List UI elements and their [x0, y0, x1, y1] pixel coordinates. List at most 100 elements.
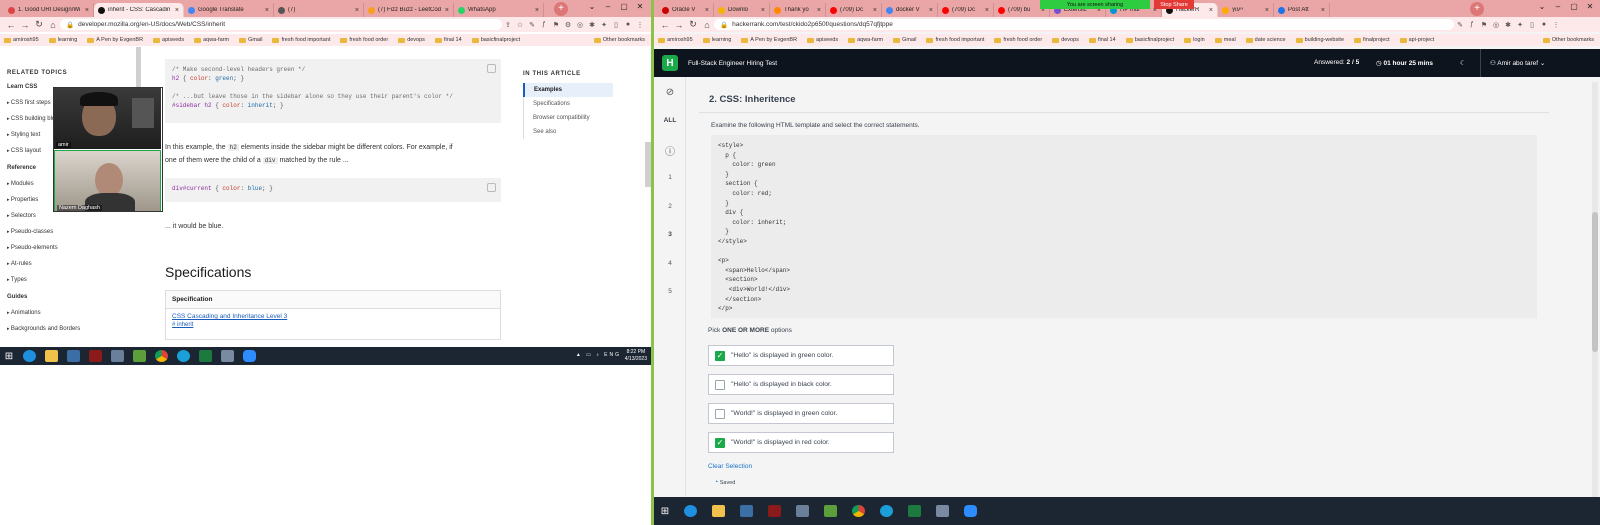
toc-item[interactable]: Browser compatibility — [523, 111, 613, 125]
app-icon[interactable] — [128, 347, 150, 365]
scroll-thumb[interactable] — [1592, 212, 1598, 352]
answer-option[interactable]: "World!" is displayed in green color. — [708, 403, 894, 424]
extension-icon[interactable]: ✎ — [1454, 21, 1466, 29]
extension-icon[interactable]: ✱ — [1502, 21, 1514, 29]
bookmark-item[interactable]: learning — [48, 37, 77, 43]
back-icon[interactable]: ← — [4, 20, 18, 30]
bookmark-item[interactable]: apiseeds — [153, 37, 184, 43]
taskbar-clock[interactable]: 8:22 PM 4/13/2023 — [625, 349, 647, 363]
ie-icon[interactable] — [18, 347, 40, 365]
browser-tab[interactable]: (709) Dc × — [938, 3, 994, 17]
forward-icon[interactable]: → — [18, 20, 32, 30]
edge-icon[interactable] — [872, 502, 900, 520]
bookmark-item[interactable]: amirosh95 — [658, 37, 693, 43]
spec-anchor-link[interactable]: # inherit — [166, 320, 500, 328]
extension-icon[interactable]: ƒ — [538, 21, 550, 28]
bookmark-item[interactable]: Gmail — [893, 37, 916, 43]
app-icon[interactable] — [760, 502, 788, 520]
virtualbox-icon[interactable] — [216, 347, 238, 365]
rail-question-2[interactable]: 2 — [654, 203, 686, 210]
zoom-icon[interactable] — [238, 347, 260, 365]
extension-icon[interactable]: ⚑ — [550, 21, 562, 29]
video-call-window[interactable]: amir Nazem Daghash — [53, 87, 163, 212]
toc-item[interactable]: See also — [523, 125, 613, 139]
profile-icon[interactable]: ● — [622, 21, 634, 28]
bookmark-item[interactable]: final 14 — [1088, 37, 1116, 43]
profile-icon[interactable]: ● — [1538, 21, 1550, 28]
tab-close-icon[interactable]: × — [445, 7, 449, 14]
answer-option[interactable]: ✓ "World!" is displayed in red color. — [708, 432, 894, 453]
app-icon[interactable] — [732, 502, 760, 520]
tab-close-icon[interactable]: × — [817, 7, 821, 14]
tab-close-icon[interactable]: × — [175, 7, 179, 14]
checkbox-checked[interactable]: ✓ — [715, 437, 725, 448]
toc-item[interactable]: Specifications — [523, 97, 613, 111]
bookmark-item[interactable]: apiseeds — [807, 37, 838, 43]
bookmark-item[interactable]: login — [1184, 37, 1205, 43]
bookmark-item[interactable]: A Pen by EvgenBR — [87, 37, 143, 43]
rail-question-3[interactable]: 3 — [654, 231, 686, 238]
app-icon[interactable] — [816, 502, 844, 520]
menu-icon[interactable]: ⋮ — [634, 21, 646, 29]
minimize-icon[interactable]: – — [600, 0, 616, 14]
address-bar[interactable]: 🔒 hackerrank.com/test/ckido2p650f/questi… — [714, 19, 1454, 30]
extension-icon[interactable]: ⚙ — [562, 21, 574, 29]
sidebar-item[interactable]: Animations — [7, 310, 137, 316]
bookmark-item[interactable]: api-project — [1399, 37, 1434, 43]
bookmark-item[interactable]: building-website — [1295, 37, 1344, 43]
bookmark-item[interactable]: meal — [1214, 37, 1236, 43]
excel-icon[interactable] — [194, 347, 216, 365]
browser-tab[interactable]: Post Att × — [1274, 3, 1330, 17]
bookmark-item[interactable]: devops — [1052, 37, 1079, 43]
extension-icon[interactable]: ◎ — [1490, 21, 1502, 29]
virtualbox-icon[interactable] — [928, 502, 956, 520]
checkbox-unchecked[interactable] — [715, 408, 725, 419]
compass-icon[interactable]: ⊘ — [654, 87, 686, 98]
new-tab-button[interactable]: + — [1470, 2, 1484, 16]
rail-all[interactable]: ALL — [654, 117, 686, 124]
rail-question-5[interactable]: 5 — [654, 288, 686, 295]
bookmark-item[interactable]: date science — [1245, 37, 1286, 43]
browser-tab[interactable]: WhatsApp × — [454, 3, 544, 17]
browser-tab[interactable]: 1. Good URI Design/Wi × — [4, 3, 94, 17]
bookmark-item[interactable]: fresh food order — [994, 37, 1042, 43]
checkbox-checked[interactable]: ✓ — [715, 350, 725, 361]
tab-close-icon[interactable]: × — [873, 7, 877, 14]
tab-close-icon[interactable]: × — [761, 7, 765, 14]
excel-icon[interactable] — [900, 502, 928, 520]
tab-close-icon[interactable]: × — [355, 7, 359, 14]
bookmark-item[interactable]: fresh food order — [340, 37, 388, 43]
extension-icon[interactable]: ◎ — [574, 21, 586, 29]
bookmark-item[interactable]: basicfinalproject — [471, 37, 520, 43]
file-explorer-icon[interactable] — [40, 347, 62, 365]
puzzle-icon[interactable]: ✦ — [598, 21, 610, 29]
windows-start-icon[interactable]: ⊞ — [0, 347, 18, 365]
zoom-icon[interactable] — [956, 502, 984, 520]
bookmark-item[interactable]: A Pen by EvgenBR — [741, 37, 797, 43]
toc-item[interactable]: Examples — [523, 83, 613, 97]
new-tab-button[interactable]: + — [554, 2, 568, 16]
address-bar[interactable]: 🔒 developer.mozilla.org/en-US/docs/Web/C… — [60, 19, 502, 30]
extension-icon[interactable]: ƒ — [1466, 21, 1478, 28]
extension-icon[interactable]: ✎ — [526, 21, 538, 29]
system-tray[interactable]: ▲ ▭ ♪ ENG — [576, 352, 621, 358]
tab-close-icon[interactable]: × — [535, 7, 539, 14]
browser-tab[interactable]: (7) Fizz Buzz - LeetCod × — [364, 3, 454, 17]
user-menu[interactable]: ⚇ Amir abo taref ⌄ — [1490, 59, 1545, 67]
copy-code-button[interactable] — [487, 64, 496, 73]
file-explorer-icon[interactable] — [704, 502, 732, 520]
app-icon[interactable] — [106, 347, 128, 365]
bookmark-star-icon[interactable]: ☆ — [514, 21, 526, 29]
puzzle-icon[interactable]: ✦ — [1514, 21, 1526, 29]
sidebar-item[interactable]: Backgrounds and Borders — [7, 326, 137, 332]
bookmark-item[interactable]: Gmail — [239, 37, 262, 43]
menu-icon[interactable]: ⋮ — [1550, 21, 1562, 29]
chrome-icon[interactable] — [150, 347, 172, 365]
bookmark-item[interactable]: learning — [702, 37, 731, 43]
tab-close-icon[interactable]: × — [1265, 7, 1269, 14]
bookmark-item[interactable]: aqwa-farm — [194, 37, 229, 43]
bookmark-item[interactable]: basicfinalproject — [1125, 37, 1174, 43]
info-icon[interactable]: ⓘ — [654, 143, 686, 158]
reload-icon[interactable]: ↻ — [32, 19, 46, 30]
checkbox-unchecked[interactable] — [715, 379, 725, 390]
